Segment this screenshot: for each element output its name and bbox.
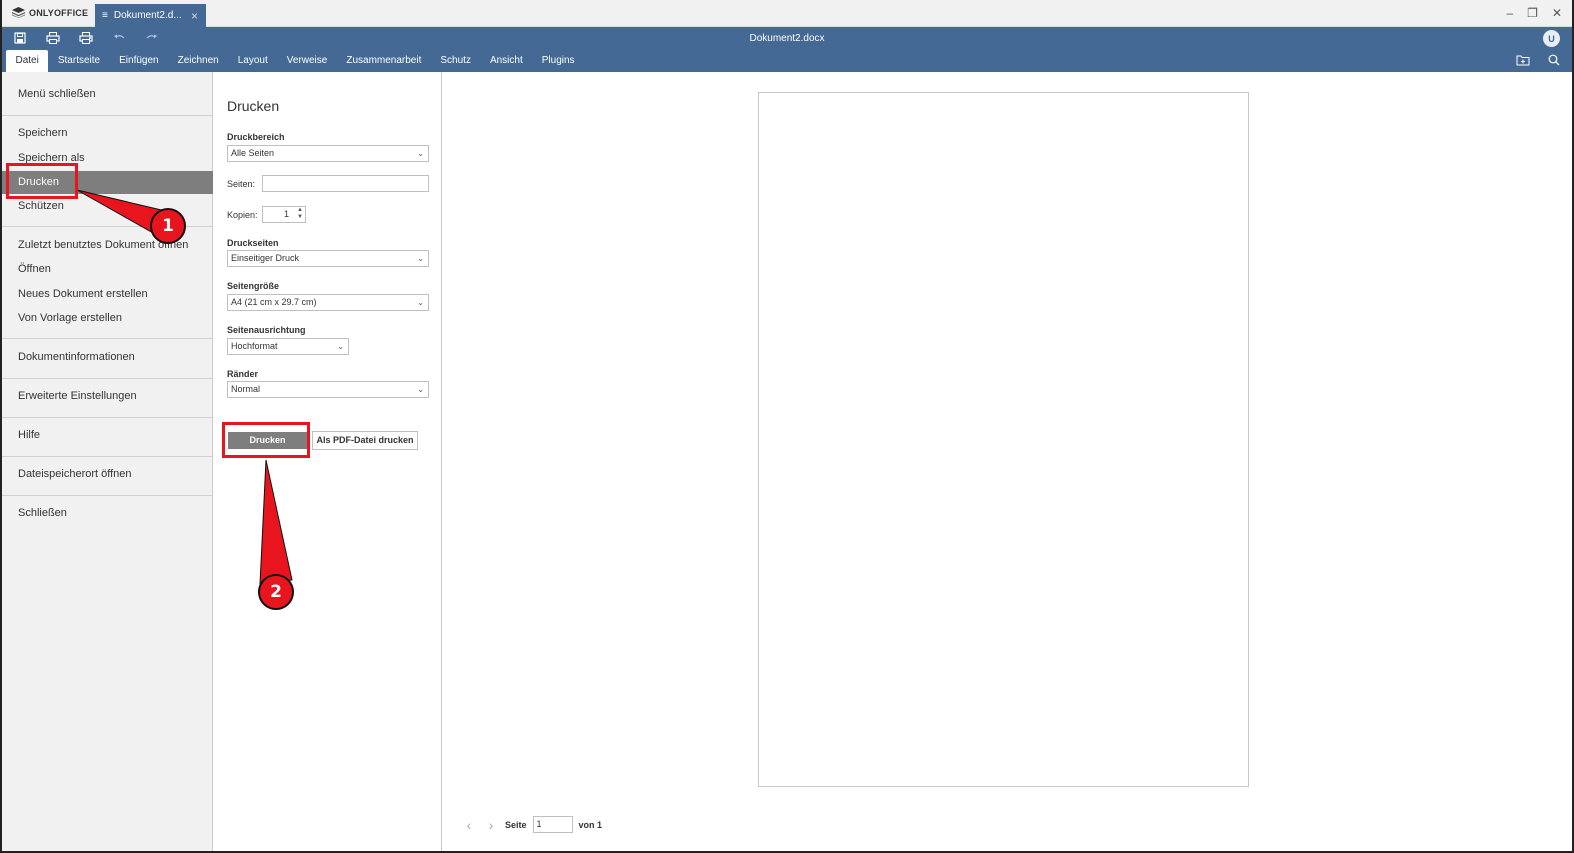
app-window: ONLYOFFICE ≡ Dokument2.d... × – ❐ ✕ Doku…: [0, 0, 1574, 853]
step-badge-2: 2: [258, 574, 294, 610]
highlight-print-button: [222, 422, 310, 458]
step-badge-1: 1: [150, 208, 186, 244]
annotation-arrow-2: [259, 459, 293, 585]
highlight-print-menu: [6, 163, 78, 199]
